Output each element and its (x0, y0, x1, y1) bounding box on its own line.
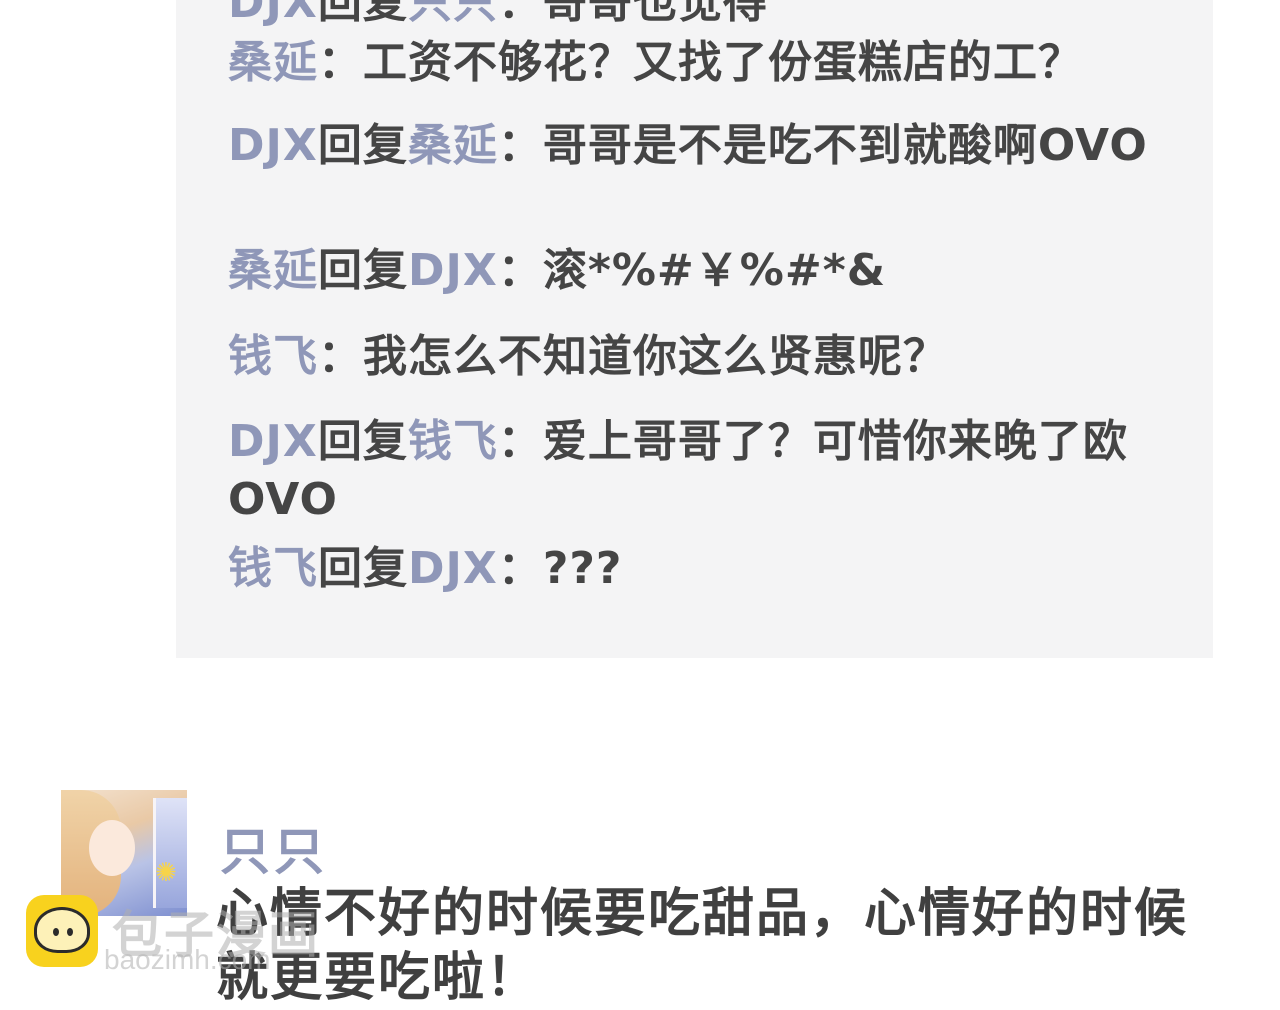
reply-line: DJX回复钱飞：爱上哥哥了？可惜你来晚了欧OVO (228, 416, 1128, 525)
reply-author[interactable]: 钱飞 (228, 543, 318, 594)
bun-face (34, 907, 90, 953)
reply-line: 桑延：工资不够花？又找了份蛋糕店的工？ (228, 37, 1083, 88)
reply-line: 钱飞回复DJX：??? (228, 543, 623, 594)
reply-text: 哥哥也觉得 (542, 0, 768, 28)
reply-author[interactable]: DJX (228, 416, 318, 467)
reply-text: 工资不够花？又找了份蛋糕店的工？ (363, 37, 1083, 88)
reply-target[interactable]: DJX (408, 245, 498, 296)
reply-line: DJX回复只只：哥哥也觉得 (228, 0, 1188, 32)
reply-author[interactable]: 桑延 (228, 37, 318, 88)
reply-target[interactable]: DJX (408, 543, 498, 594)
reply-target[interactable]: 钱飞 (408, 416, 498, 467)
reply-author[interactable]: DJX (228, 0, 318, 28)
reply-line: 钱飞：我怎么不知道你这么贤惠呢？ (228, 331, 948, 382)
reply-line: DJX回复桑延：哥哥是不是吃不到就酸啊OVO (228, 120, 1148, 171)
watermark-url: baozimh.com (104, 944, 271, 975)
comment-text: 心情不好的时候要吃甜品，心情好的时候就更要吃啦！ (216, 884, 1189, 1008)
reply-target[interactable]: 只只 (408, 0, 498, 28)
sparkle-icon: ✺ (155, 858, 177, 888)
bun-eye (53, 928, 59, 936)
reply-text: ??? (542, 543, 623, 594)
reply-target[interactable]: 桑延 (408, 120, 498, 171)
comment-author[interactable]: 只只 (220, 812, 328, 884)
reply-text: 哥哥是不是吃不到就酸啊OVO (542, 120, 1148, 171)
face-illustration (89, 820, 135, 876)
window-illustration (153, 798, 187, 908)
reply-text: 滚*%#￥%#*& (542, 245, 887, 296)
reply-author[interactable]: 钱飞 (228, 331, 318, 382)
reply-author[interactable]: DJX (228, 120, 318, 171)
bun-logo-icon (26, 895, 98, 967)
reply-text: 我怎么不知道你这么贤惠呢？ (363, 331, 948, 382)
bun-eye (67, 928, 73, 936)
reply-author[interactable]: 桑延 (228, 245, 318, 296)
reply-line: 桑延回复DJX：滚*%#￥%#*& (228, 245, 887, 296)
